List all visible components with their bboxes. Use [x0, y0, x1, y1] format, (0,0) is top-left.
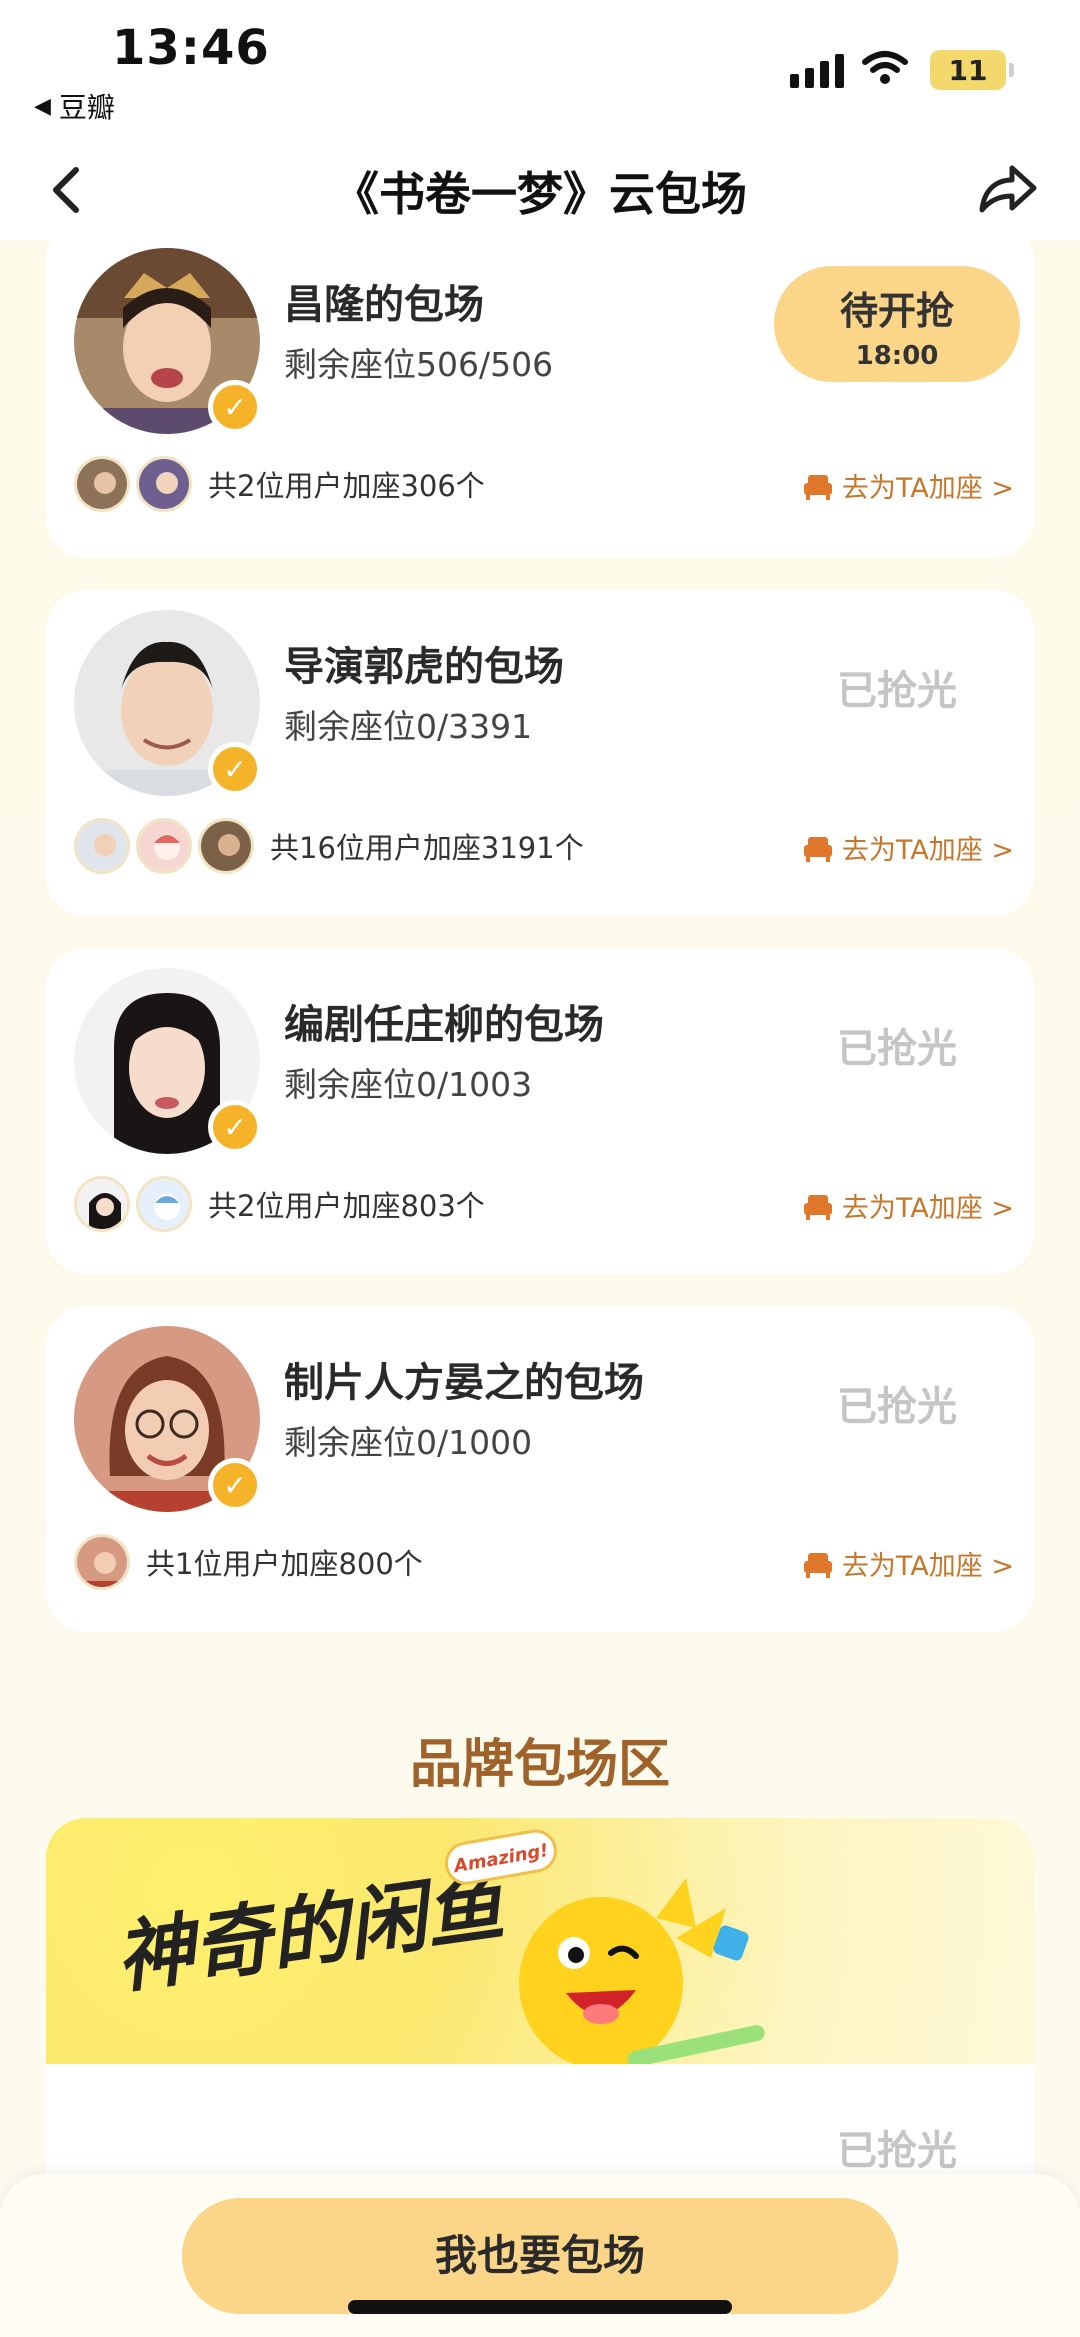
booking-card[interactable]: ✓ 编剧任庄柳的包场 剩余座位0/1003 已抢光 共2位用户加座803个 去为… [46, 948, 1034, 1274]
sold-out-label: 已抢光 [837, 1026, 957, 1072]
sofa-icon [803, 1194, 832, 1220]
brand-section-title: 品牌包场区 [409, 1735, 670, 1795]
create-booking-button[interactable]: 我也要包场 [182, 2198, 898, 2314]
remaining-seats: 剩余座位0/1003 [284, 1065, 533, 1104]
card-title: 制片人方晏之的包场 [284, 1360, 644, 1406]
seat-add-summary: 共2位用户加座803个 [208, 1189, 485, 1223]
seat-add-summary: 共1位用户加座800个 [146, 1547, 423, 1581]
seat-add-summary: 共2位用户加座306个 [208, 469, 485, 503]
sofa-icon [803, 836, 832, 862]
host-avatar[interactable]: ✓ [74, 1326, 262, 1512]
xianyu-logo-banner: 神奇的闲鱼 Amazing! [110, 1829, 765, 2064]
card-footer: 共16位用户加座3191个 去为TA加座 > [74, 816, 1014, 876]
booking-card[interactable]: ✓ 导演郭虎的包场 剩余座位0/3391 已抢光 共16位用户加座3191个 去… [46, 590, 1034, 916]
fish-mascot-icon [519, 1878, 765, 2064]
user-avatar [198, 818, 254, 874]
sofa-icon [803, 474, 832, 500]
page-title: 《书卷一梦》云包场 [333, 167, 747, 221]
wifi-icon [862, 51, 908, 84]
card-footer: 共2位用户加座306个 去为TA加座 > [74, 454, 1014, 514]
share-icon[interactable] [972, 154, 1042, 224]
remaining-seats: 剩余座位0/1000 [284, 1423, 533, 1462]
remaining-seats: 剩余座位0/3391 [284, 707, 533, 746]
verified-badge-icon: ✓ [208, 1458, 262, 1512]
user-avatar [136, 818, 192, 874]
add-seat-link[interactable]: 去为TA加座 > [802, 1544, 1014, 1583]
card-title: 昌隆的包场 [284, 282, 484, 328]
add-seat-label: 去为TA加座 > [841, 835, 1014, 866]
booking-card[interactable]: ✓ 昌隆的包场 剩余座位506/506 待开抢 18:00 共2位用户加座306… [46, 228, 1034, 558]
add-seat-label: 去为TA加座 > [841, 473, 1014, 504]
card-title: 编剧任庄柳的包场 [284, 1002, 604, 1048]
battery-indicator: 11 [930, 50, 1014, 90]
grab-start-time: 18:00 [855, 341, 939, 371]
user-avatar [136, 1176, 192, 1232]
card-title: 导演郭虎的包场 [284, 644, 564, 690]
back-app-label: 豆瓣 [58, 91, 115, 124]
sold-out-label: 已抢光 [837, 1384, 957, 1430]
grab-pending-button[interactable]: 待开抢 18:00 [774, 266, 1020, 382]
seat-add-summary: 共16位用户加座3191个 [270, 831, 584, 865]
host-avatar[interactable]: ✓ [74, 610, 262, 796]
host-avatar[interactable]: ✓ [74, 968, 262, 1154]
booking-card[interactable]: ✓ 制片人方晏之的包场 剩余座位0/1000 已抢光 共1位用户加座800个 去… [46, 1306, 1034, 1632]
host-avatar[interactable]: ✓ [74, 248, 262, 434]
card-footer: 共2位用户加座803个 去为TA加座 > [74, 1174, 1014, 1234]
brand-banner[interactable]: 神奇的闲鱼 Amazing! [46, 1818, 1034, 2064]
brand-sold-out-label: 已抢光 [837, 2128, 957, 2174]
back-triangle-icon: ◀ [34, 93, 51, 119]
grab-status-label: 待开抢 [839, 289, 954, 333]
banner-brand-text: 神奇的闲鱼 [110, 1861, 511, 2005]
verified-badge-icon: ✓ [208, 1100, 262, 1154]
sofa-icon [803, 1552, 832, 1578]
user-avatar [136, 456, 192, 512]
card-footer: 共1位用户加座800个 去为TA加座 > [74, 1532, 1014, 1592]
add-seat-link[interactable]: 去为TA加座 > [802, 1186, 1014, 1225]
back-to-app-link[interactable]: ◀ 豆瓣 [34, 86, 115, 126]
verified-badge-icon: ✓ [208, 742, 262, 796]
add-seat-link[interactable]: 去为TA加座 > [802, 466, 1014, 505]
navigation-bar: 《书卷一梦》云包场 [0, 140, 1080, 240]
sold-out-label: 已抢光 [837, 668, 957, 714]
user-avatar [74, 1534, 130, 1590]
status-bar: 13:46 ◀ 豆瓣 11 [0, 0, 1080, 140]
user-avatar [74, 818, 130, 874]
user-avatar [74, 456, 130, 512]
battery-level: 11 [948, 53, 988, 87]
clock: 13:46 [112, 20, 270, 76]
verified-badge-icon: ✓ [208, 380, 262, 434]
home-indicator [348, 2300, 732, 2314]
add-seat-label: 去为TA加座 > [841, 1551, 1014, 1582]
add-seat-label: 去为TA加座 > [841, 1193, 1014, 1224]
add-seat-link[interactable]: 去为TA加座 > [802, 828, 1014, 867]
remaining-seats: 剩余座位506/506 [284, 345, 554, 384]
cellular-signal-icon [790, 52, 844, 88]
user-avatar [74, 1176, 130, 1232]
